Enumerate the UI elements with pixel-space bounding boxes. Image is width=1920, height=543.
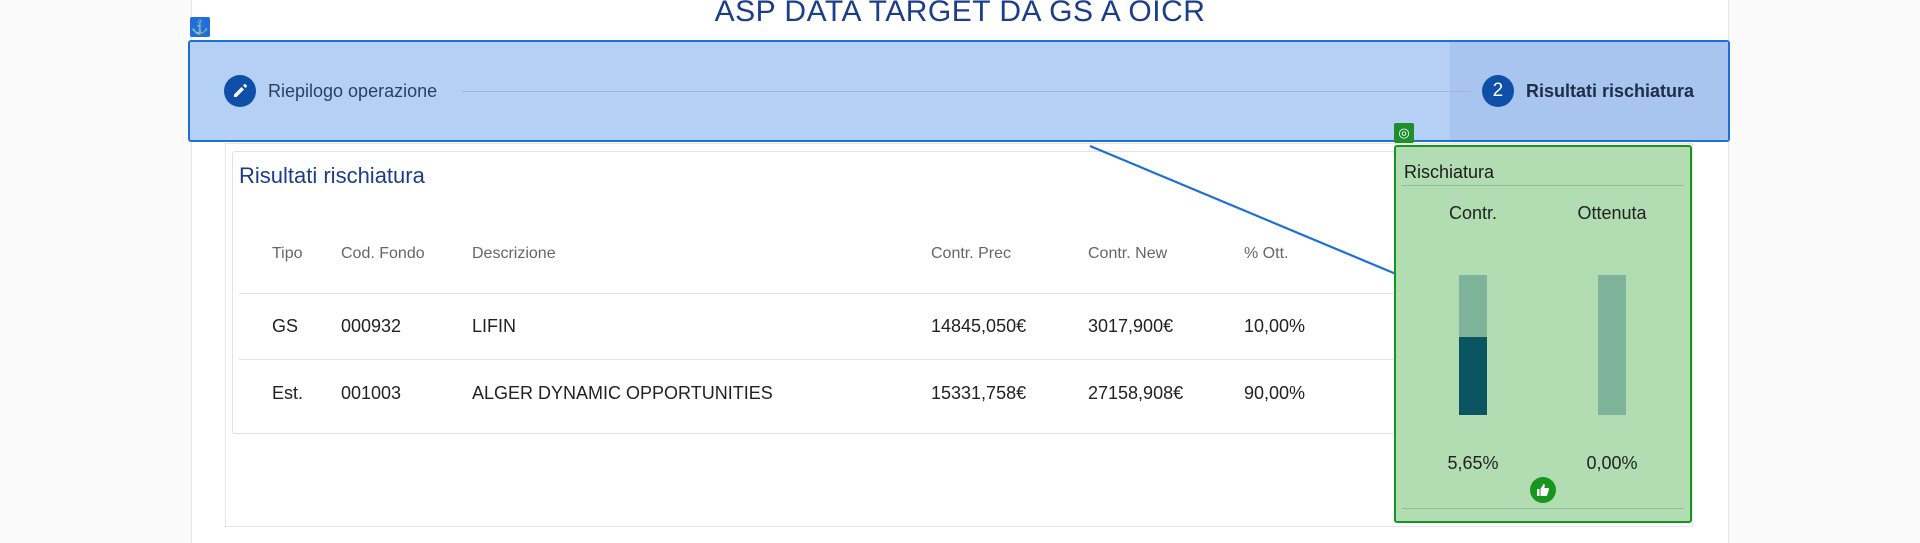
- ottenuta-bar: [1598, 275, 1626, 415]
- cell-ott: 90,00%: [1244, 383, 1306, 403]
- divider: [1402, 185, 1684, 186]
- col-header-tipo[interactable]: Tipo: [272, 245, 303, 263]
- cell-tipo: GS: [272, 316, 299, 336]
- col-header-contr-prec[interactable]: Contr. Prec: [931, 245, 1011, 263]
- target-icon: ◎: [1394, 123, 1414, 143]
- page-title: ASP DATA TARGET DA GS A OICR: [714, 0, 1206, 28]
- step-number: 2: [1481, 75, 1514, 107]
- results-title: Risultati rischiatura: [239, 163, 425, 188]
- contr-bar: [1459, 275, 1487, 415]
- rischiatura-panel: Rischiatura Contr. Ottenuta 5,65% 0,00%: [1394, 145, 1692, 523]
- contr-value: 5,65%: [1447, 453, 1499, 473]
- step-risultati[interactable]: 2 Risultati rischiatura: [1481, 42, 1694, 140]
- cell-tipo: Est.: [272, 383, 304, 403]
- step-label: Riepilogo operazione: [268, 80, 438, 101]
- rischiatura-title: Rischiatura: [1404, 162, 1495, 182]
- ottenuta-value: 0,00%: [1586, 453, 1638, 473]
- cell-contr-new: 27158,908€: [1088, 383, 1184, 403]
- cell-ott: 10,00%: [1244, 316, 1306, 336]
- col-header-descrizione[interactable]: Descrizione: [472, 245, 556, 263]
- ottenuta-label: Ottenuta: [1577, 203, 1647, 223]
- step-riepilogo[interactable]: Riepilogo operazione: [224, 42, 437, 140]
- cell-contr-prec: 14845,050€: [931, 316, 1027, 336]
- contr-label: Contr.: [1448, 203, 1498, 223]
- cell-cod-fondo: 000932: [341, 316, 402, 336]
- contr-bar-fill: [1459, 336, 1487, 415]
- col-header-ott[interactable]: % Ott.: [1244, 245, 1288, 263]
- cell-descrizione: LIFIN: [472, 316, 517, 336]
- cell-contr-prec: 15331,758€: [931, 383, 1027, 403]
- col-header-contr-new[interactable]: Contr. New: [1088, 245, 1167, 263]
- cell-contr-new: 3017,900€: [1088, 316, 1174, 336]
- cell-descrizione: ALGER DYNAMIC OPPORTUNITIES: [472, 383, 773, 403]
- col-header-cod-fondo[interactable]: Cod. Fondo: [341, 245, 425, 263]
- thumbs-up-icon: [1530, 477, 1556, 503]
- stepper: Riepilogo operazione 2 Risultati rischia…: [188, 40, 1730, 142]
- step-label: Risultati rischiatura: [1525, 80, 1694, 101]
- anchor-icon: ⚓: [190, 17, 210, 37]
- pencil-icon: [224, 75, 256, 107]
- divider: [1402, 508, 1684, 509]
- step-connector: [462, 91, 1470, 92]
- cell-cod-fondo: 001003: [341, 383, 402, 403]
